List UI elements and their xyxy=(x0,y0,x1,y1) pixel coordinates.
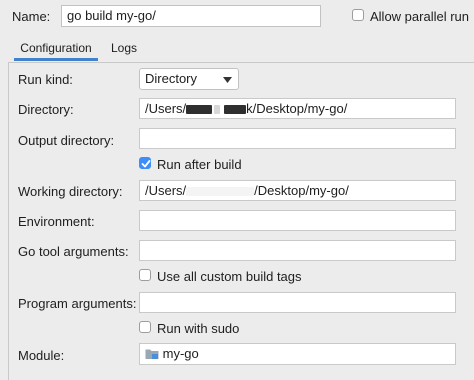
working-directory-label: Working directory: xyxy=(18,184,123,199)
module-folder-icon xyxy=(145,349,159,359)
name-input-value: go build my-go/ xyxy=(67,8,156,23)
tab-configuration[interactable]: Configuration xyxy=(14,40,98,61)
module-select[interactable]: my-go xyxy=(139,343,456,365)
program-arguments-label: Program arguments: xyxy=(18,296,137,311)
environment-input[interactable] xyxy=(139,210,456,231)
run-kind-label: Run kind: xyxy=(18,72,73,87)
tab-configuration-label: Configuration xyxy=(20,41,92,55)
run-after-build-label[interactable]: Run after build xyxy=(157,157,242,172)
module-value: my-go xyxy=(162,346,199,361)
tab-logs-label: Logs xyxy=(110,41,138,55)
redacted-block xyxy=(224,105,247,115)
go-tool-arguments-label: Go tool arguments: xyxy=(18,244,129,259)
output-directory-label: Output directory: xyxy=(18,133,115,148)
run-after-build-checkbox[interactable] xyxy=(139,157,151,169)
directory-input[interactable]: /Users/k/Desktop/my-go/ xyxy=(139,98,456,119)
working-directory-input[interactable]: /Users/ /Desktop/my-go/ xyxy=(139,180,456,201)
directory-value-prefix: /Users/ xyxy=(145,101,187,116)
directory-label: Directory: xyxy=(18,102,74,117)
redacted-block xyxy=(186,105,213,115)
tab-logs[interactable]: Logs xyxy=(106,40,142,58)
directory-value-suffix: k/Desktop/my-go/ xyxy=(246,101,348,116)
run-kind-value: Directory xyxy=(145,71,198,86)
run-kind-dropdown[interactable]: Directory xyxy=(139,68,239,90)
environment-label: Environment: xyxy=(18,214,95,229)
run-with-sudo-label[interactable]: Run with sudo xyxy=(157,321,239,336)
go-tool-arguments-input[interactable] xyxy=(139,240,456,261)
working-directory-value-prefix: /Users/ xyxy=(145,183,187,198)
use-all-custom-build-tags-label[interactable]: Use all custom build tags xyxy=(157,269,302,284)
working-directory-value-suffix: /Desktop/my-go/ xyxy=(254,183,349,198)
chevron-down-icon xyxy=(223,77,232,83)
output-directory-input[interactable] xyxy=(139,128,456,149)
redacted-block xyxy=(214,105,221,115)
allow-parallel-run-label[interactable]: Allow parallel run xyxy=(370,9,469,24)
use-all-custom-build-tags-checkbox[interactable] xyxy=(139,269,151,281)
module-label: Module: xyxy=(18,348,65,363)
program-arguments-input[interactable] xyxy=(139,292,456,313)
checkmark-icon xyxy=(141,160,151,168)
allow-parallel-run-checkbox[interactable] xyxy=(352,9,364,21)
redacted-block xyxy=(186,187,255,197)
name-label: Name: xyxy=(12,9,51,24)
run-with-sudo-checkbox[interactable] xyxy=(139,321,151,333)
name-input[interactable]: go build my-go/ xyxy=(61,5,321,27)
